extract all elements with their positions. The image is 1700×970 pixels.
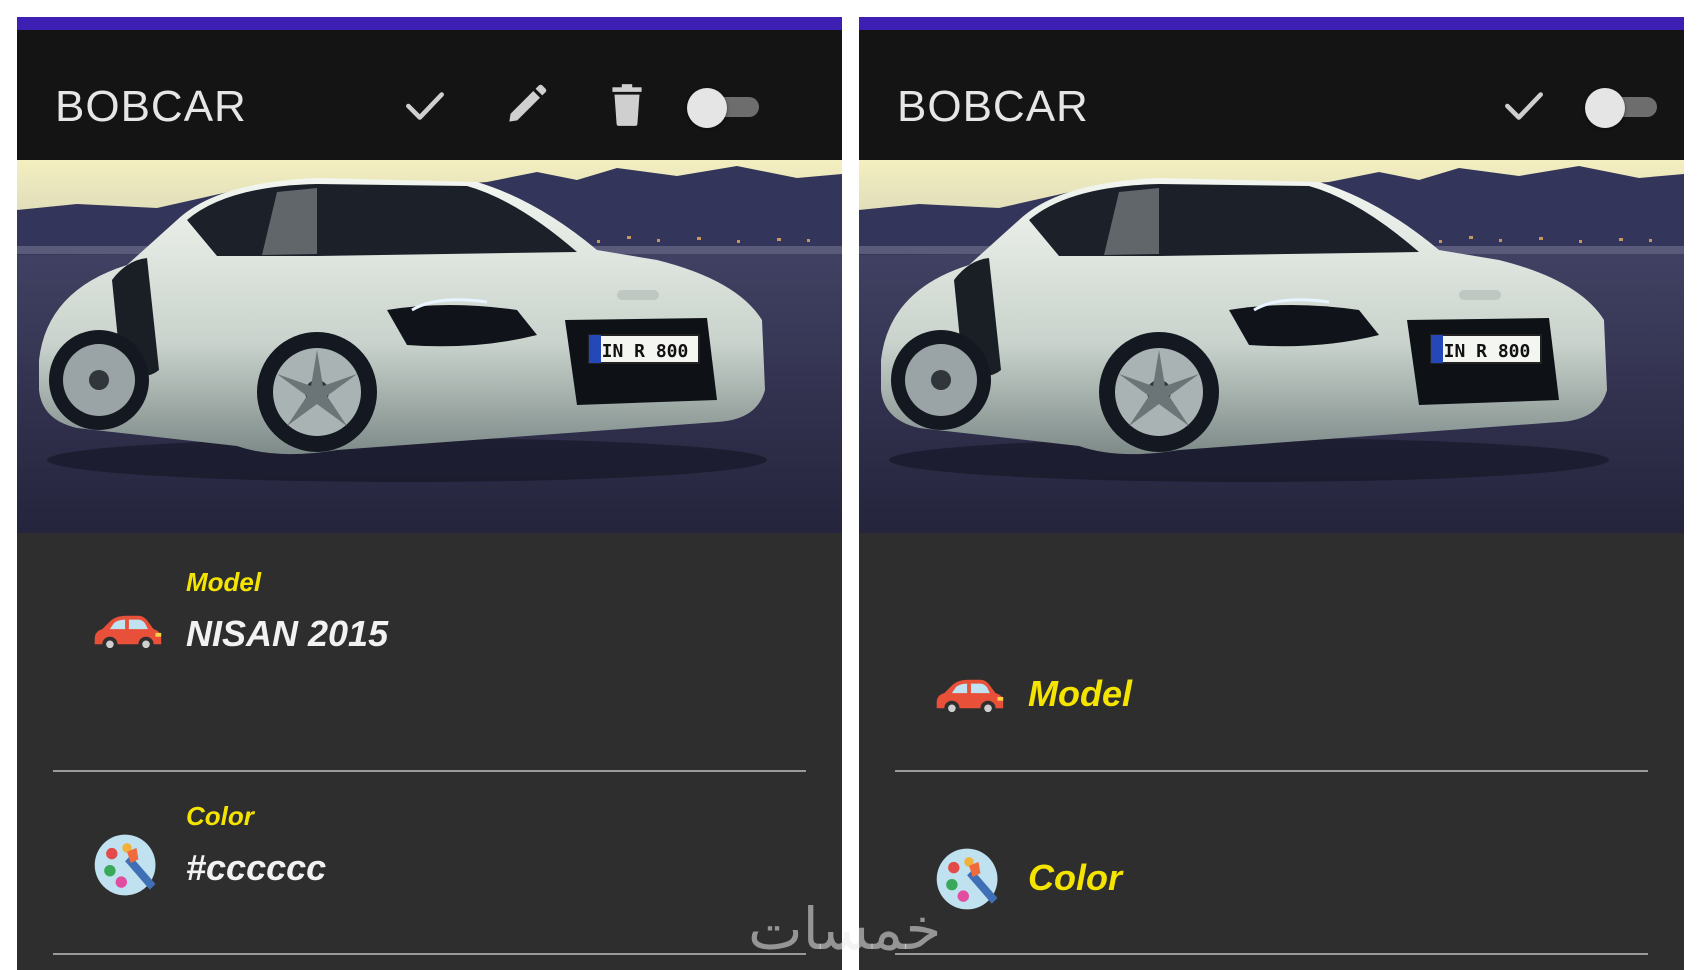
app-title: BOBCAR xyxy=(897,82,1089,131)
field-row-model[interactable]: Model xyxy=(859,657,1684,737)
phone-screen-edit: BOBCAR Model NISAN 2015 Color #cccccc xyxy=(17,17,842,970)
hero-car-image xyxy=(859,160,1684,533)
field-value-color: #cccccc xyxy=(186,847,327,888)
divider xyxy=(895,770,1648,772)
divider xyxy=(53,953,806,955)
toggle-thumb xyxy=(1585,88,1625,128)
edit-pencil-icon[interactable] xyxy=(501,80,551,130)
field-row-color[interactable]: Color #cccccc xyxy=(17,801,842,921)
delete-trash-icon[interactable] xyxy=(602,80,652,130)
check-icon[interactable] xyxy=(400,80,450,130)
app-bar: BOBCAR xyxy=(859,30,1684,160)
car-icon xyxy=(931,657,1007,733)
app-title: BOBCAR xyxy=(55,82,247,131)
watermark: خمسات xyxy=(748,895,942,963)
hero-car-image xyxy=(17,160,842,533)
divider xyxy=(895,953,1648,955)
toggle-switch[interactable] xyxy=(687,88,759,128)
field-label-color: Color xyxy=(186,801,254,831)
field-value-model: NISAN 2015 xyxy=(186,613,389,654)
field-row-color[interactable]: Color xyxy=(859,841,1684,921)
field-label-model: Model xyxy=(1028,673,1132,714)
toggle-switch[interactable] xyxy=(1585,88,1657,128)
divider xyxy=(53,770,806,772)
toggle-thumb xyxy=(687,88,727,128)
car-icon xyxy=(89,593,165,669)
field-label-model: Model xyxy=(186,567,262,597)
palette-icon xyxy=(931,841,1007,917)
app-bar: BOBCAR xyxy=(17,30,842,160)
field-label-color: Color xyxy=(1028,857,1122,898)
phone-screen-new: BOBCAR Model Color xyxy=(859,17,1684,970)
status-bar xyxy=(859,17,1684,30)
palette-icon xyxy=(89,827,165,903)
status-bar xyxy=(17,17,842,30)
field-row-model[interactable]: Model NISAN 2015 xyxy=(17,567,842,677)
check-icon[interactable] xyxy=(1499,80,1549,130)
